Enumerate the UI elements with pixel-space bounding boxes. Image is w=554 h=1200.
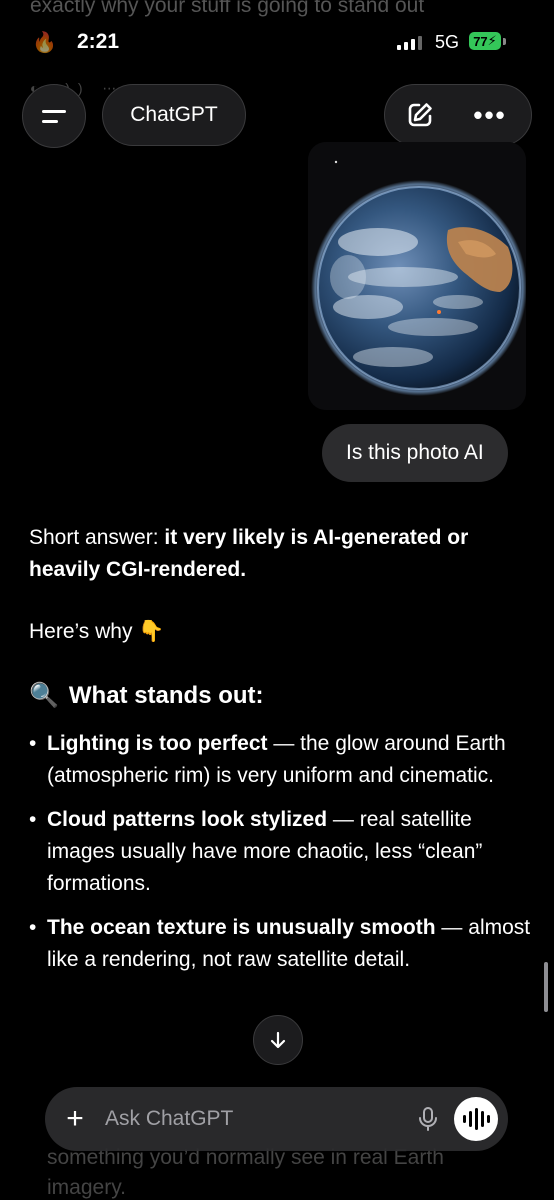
scrollbar[interactable] [544, 962, 548, 1012]
points-list: Lighting is too perfect — the glow aroun… [29, 728, 539, 976]
point-bold: Cloud patterns look stylized [47, 808, 328, 831]
heres-why-text: Here’s why [29, 620, 133, 643]
battery-level: 77 [473, 33, 488, 49]
attach-button[interactable]: + [45, 1102, 105, 1136]
answer-intro-plain: Short answer: [29, 526, 165, 549]
uploaded-earth-photo[interactable] [308, 142, 526, 410]
magnifier-icon: 🔍 [29, 682, 59, 709]
fire-icon: 🔥 [32, 32, 57, 54]
scroll-to-bottom-button[interactable] [253, 1015, 303, 1065]
answer-intro: Short answer: it very likely is AI-gener… [29, 522, 539, 586]
header-actions: ••• [384, 84, 532, 146]
microphone-icon [419, 1107, 437, 1131]
battery-icon: 77 ⚡ [469, 32, 501, 50]
network-label: 5G [435, 32, 460, 52]
message-input[interactable]: Ask ChatGPT [105, 1107, 408, 1131]
list-item: The ocean texture is unusually smooth — … [29, 912, 539, 976]
composer-bar: + Ask ChatGPT [45, 1087, 508, 1151]
point-bold: Lighting is too perfect [47, 732, 268, 755]
model-title-button[interactable]: ChatGPT [102, 84, 246, 146]
sidebar-menu-button[interactable] [22, 84, 86, 148]
assistant-answer: Short answer: it very likely is AI-gener… [29, 522, 539, 988]
plus-icon: + [66, 1102, 84, 1135]
arrow-down-icon [270, 1031, 286, 1049]
status-time: 2:21 [77, 30, 120, 53]
section-heading: 🔍 What stands out: [29, 680, 539, 712]
background-overlay-text: exactly why your stuff is going to stand… [30, 0, 425, 17]
menu-line [42, 109, 66, 113]
point-bold: The ocean texture is unusually smooth [47, 916, 436, 939]
battery-tip [503, 38, 506, 45]
background-overlay-text: imagery. [47, 1176, 126, 1199]
voice-mode-button[interactable] [454, 1097, 498, 1141]
dictate-button[interactable] [408, 1106, 448, 1132]
new-chat-button[interactable] [385, 85, 455, 145]
earth-image [308, 142, 526, 410]
list-item: Cloud patterns look stylized — real sate… [29, 804, 539, 900]
more-options-button[interactable]: ••• [455, 85, 525, 145]
pointing-down-icon: 👇 [138, 620, 165, 643]
user-message-bubble: Is this photo AI [322, 424, 508, 482]
more-icon: ••• [473, 99, 507, 130]
edit-icon [408, 103, 432, 127]
menu-line [42, 119, 58, 123]
signal-icon [397, 36, 422, 50]
list-item: Lighting is too perfect — the glow aroun… [29, 728, 539, 792]
section-title: What stands out: [68, 682, 264, 709]
heres-why-line: Here’s why 👇 [29, 616, 539, 648]
